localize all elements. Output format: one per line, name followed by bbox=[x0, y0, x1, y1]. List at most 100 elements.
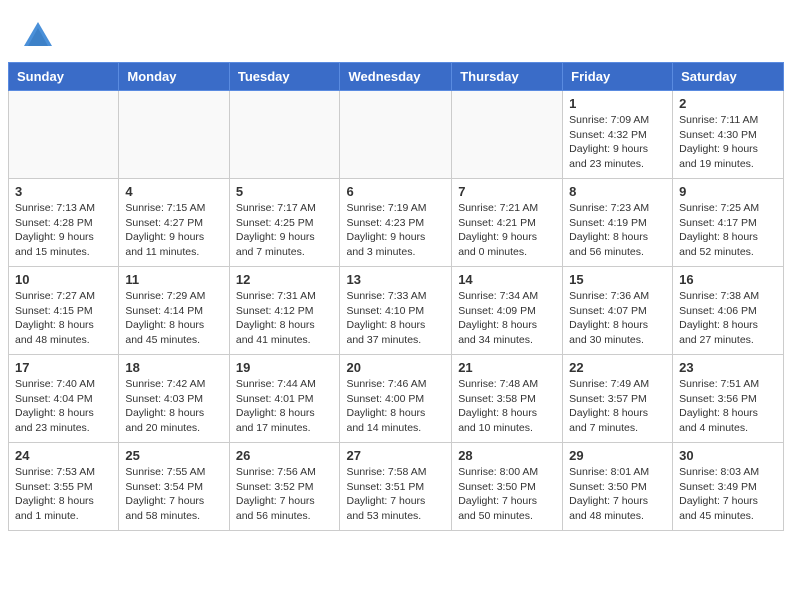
day-number: 24 bbox=[15, 448, 112, 463]
empty-cell bbox=[340, 91, 452, 179]
day-cell-13: 13Sunrise: 7:33 AM Sunset: 4:10 PM Dayli… bbox=[340, 267, 452, 355]
week-row-4: 17 Sunrise: 7:40 AM Sunset: 4:04 PM Dayli… bbox=[9, 355, 784, 443]
day-info: Sunrise: 7:09 AM Sunset: 4:32 PM Dayligh… bbox=[569, 113, 666, 172]
day-info: Sunrise: 7:51 AM Sunset: 3:56 PM Dayligh… bbox=[679, 377, 777, 436]
day-cell-12: 12 Sunrise: 7:31 AM Sunset: 4:12 PM Dayli… bbox=[229, 267, 340, 355]
day-info: Sunrise: 7:25 AM Sunset: 4:17 PM Dayligh… bbox=[679, 201, 777, 260]
day-cell-23: 23 Sunrise: 7:51 AM Sunset: 3:56 PM Dayli… bbox=[673, 355, 784, 443]
day-info: Sunrise: 7:23 AM Sunset: 4:19 PM Dayligh… bbox=[569, 201, 666, 260]
day-cell-14: 14 Sunrise: 7:34 AM Sunset: 4:09 PM Dayli… bbox=[452, 267, 563, 355]
day-cell-25: 25 Sunrise: 7:55 AM Sunset: 3:54 PM Dayli… bbox=[119, 443, 229, 531]
day-info: Sunrise: 7:40 AM Sunset: 4:04 PM Dayligh… bbox=[15, 377, 112, 436]
day-info: Sunrise: 7:56 AM Sunset: 3:52 PM Dayligh… bbox=[236, 465, 334, 524]
day-info: Sunrise: 7:53 AM Sunset: 3:55 PM Dayligh… bbox=[15, 465, 112, 524]
day-number: 7 bbox=[458, 184, 556, 199]
day-info: Sunrise: 7:44 AM Sunset: 4:01 PM Dayligh… bbox=[236, 377, 334, 436]
day-info: Sunrise: 7:48 AM Sunset: 3:58 PM Dayligh… bbox=[458, 377, 556, 436]
day-info: Sunrise: 7:15 AM Sunset: 4:27 PM Dayligh… bbox=[125, 201, 222, 260]
day-number: 19 bbox=[236, 360, 334, 375]
day-number: 23 bbox=[679, 360, 777, 375]
day-info: Sunrise: 7:34 AM Sunset: 4:09 PM Dayligh… bbox=[458, 289, 556, 348]
day-info: Sunrise: 7:55 AM Sunset: 3:54 PM Dayligh… bbox=[125, 465, 222, 524]
day-info: Sunrise: 7:46 AM Sunset: 4:00 PM Dayligh… bbox=[346, 377, 445, 436]
day-info: Sunrise: 8:00 AM Sunset: 3:50 PM Dayligh… bbox=[458, 465, 556, 524]
calendar-wrapper: SundayMondayTuesdayWednesdayThursdayFrid… bbox=[0, 62, 792, 539]
day-number: 21 bbox=[458, 360, 556, 375]
day-cell-2: 2Sunrise: 7:11 AM Sunset: 4:30 PM Daylig… bbox=[673, 91, 784, 179]
day-cell-29: 29 Sunrise: 8:01 AM Sunset: 3:50 PM Dayli… bbox=[563, 443, 673, 531]
day-info: Sunrise: 7:31 AM Sunset: 4:12 PM Dayligh… bbox=[236, 289, 334, 348]
weekday-header-monday: Monday bbox=[119, 63, 229, 91]
day-number: 6 bbox=[346, 184, 445, 199]
day-cell-26: 26 Sunrise: 7:56 AM Sunset: 3:52 PM Dayli… bbox=[229, 443, 340, 531]
day-number: 26 bbox=[236, 448, 334, 463]
day-number: 11 bbox=[125, 272, 222, 287]
day-info: Sunrise: 8:01 AM Sunset: 3:50 PM Dayligh… bbox=[569, 465, 666, 524]
day-cell-17: 17 Sunrise: 7:40 AM Sunset: 4:04 PM Dayli… bbox=[9, 355, 119, 443]
weekday-header-saturday: Saturday bbox=[673, 63, 784, 91]
day-info: Sunrise: 7:49 AM Sunset: 3:57 PM Dayligh… bbox=[569, 377, 666, 436]
empty-cell bbox=[119, 91, 229, 179]
day-cell-8: 8Sunrise: 7:23 AM Sunset: 4:19 PM Daylig… bbox=[563, 179, 673, 267]
week-row-5: 24 Sunrise: 7:53 AM Sunset: 3:55 PM Dayli… bbox=[9, 443, 784, 531]
week-row-2: 3 Sunrise: 7:13 AM Sunset: 4:28 PM Daylig… bbox=[9, 179, 784, 267]
day-cell-27: 27 Sunrise: 7:58 AM Sunset: 3:51 PM Dayli… bbox=[340, 443, 452, 531]
weekday-header-thursday: Thursday bbox=[452, 63, 563, 91]
day-number: 17 bbox=[15, 360, 112, 375]
day-cell-10: 10 Sunrise: 7:27 AM Sunset: 4:15 PM Dayli… bbox=[9, 267, 119, 355]
day-cell-15: 15Sunrise: 7:36 AM Sunset: 4:07 PM Dayli… bbox=[563, 267, 673, 355]
day-info: Sunrise: 7:17 AM Sunset: 4:25 PM Dayligh… bbox=[236, 201, 334, 260]
day-cell-30: 30Sunrise: 8:03 AM Sunset: 3:49 PM Dayli… bbox=[673, 443, 784, 531]
day-number: 30 bbox=[679, 448, 777, 463]
day-cell-5: 5 Sunrise: 7:17 AM Sunset: 4:25 PM Daylig… bbox=[229, 179, 340, 267]
weekday-header-tuesday: Tuesday bbox=[229, 63, 340, 91]
day-number: 27 bbox=[346, 448, 445, 463]
day-number: 4 bbox=[125, 184, 222, 199]
day-number: 18 bbox=[125, 360, 222, 375]
day-cell-28: 28 Sunrise: 8:00 AM Sunset: 3:50 PM Dayli… bbox=[452, 443, 563, 531]
day-info: Sunrise: 7:58 AM Sunset: 3:51 PM Dayligh… bbox=[346, 465, 445, 524]
day-number: 5 bbox=[236, 184, 334, 199]
day-number: 16 bbox=[679, 272, 777, 287]
day-number: 3 bbox=[15, 184, 112, 199]
day-cell-20: 20 Sunrise: 7:46 AM Sunset: 4:00 PM Dayli… bbox=[340, 355, 452, 443]
day-info: Sunrise: 7:33 AM Sunset: 4:10 PM Dayligh… bbox=[346, 289, 445, 348]
day-number: 9 bbox=[679, 184, 777, 199]
day-info: Sunrise: 7:42 AM Sunset: 4:03 PM Dayligh… bbox=[125, 377, 222, 436]
day-number: 28 bbox=[458, 448, 556, 463]
day-info: Sunrise: 7:29 AM Sunset: 4:14 PM Dayligh… bbox=[125, 289, 222, 348]
day-info: Sunrise: 7:21 AM Sunset: 4:21 PM Dayligh… bbox=[458, 201, 556, 260]
empty-cell bbox=[9, 91, 119, 179]
day-number: 12 bbox=[236, 272, 334, 287]
day-cell-19: 19 Sunrise: 7:44 AM Sunset: 4:01 PM Dayli… bbox=[229, 355, 340, 443]
day-cell-4: 4 Sunrise: 7:15 AM Sunset: 4:27 PM Daylig… bbox=[119, 179, 229, 267]
day-number: 22 bbox=[569, 360, 666, 375]
day-number: 15 bbox=[569, 272, 666, 287]
day-number: 1 bbox=[569, 96, 666, 111]
day-cell-11: 11 Sunrise: 7:29 AM Sunset: 4:14 PM Dayli… bbox=[119, 267, 229, 355]
day-info: Sunrise: 7:13 AM Sunset: 4:28 PM Dayligh… bbox=[15, 201, 112, 260]
empty-cell bbox=[452, 91, 563, 179]
day-cell-7: 7 Sunrise: 7:21 AM Sunset: 4:21 PM Daylig… bbox=[452, 179, 563, 267]
logo bbox=[20, 18, 62, 54]
day-number: 25 bbox=[125, 448, 222, 463]
weekday-header-friday: Friday bbox=[563, 63, 673, 91]
header bbox=[0, 0, 792, 62]
day-number: 10 bbox=[15, 272, 112, 287]
day-cell-21: 21 Sunrise: 7:48 AM Sunset: 3:58 PM Dayli… bbox=[452, 355, 563, 443]
week-row-1: 1 Sunrise: 7:09 AM Sunset: 4:32 PM Daylig… bbox=[9, 91, 784, 179]
day-number: 20 bbox=[346, 360, 445, 375]
day-number: 29 bbox=[569, 448, 666, 463]
day-cell-6: 6 Sunrise: 7:19 AM Sunset: 4:23 PM Daylig… bbox=[340, 179, 452, 267]
day-number: 14 bbox=[458, 272, 556, 287]
day-info: Sunrise: 7:27 AM Sunset: 4:15 PM Dayligh… bbox=[15, 289, 112, 348]
day-cell-18: 18 Sunrise: 7:42 AM Sunset: 4:03 PM Dayli… bbox=[119, 355, 229, 443]
day-cell-3: 3 Sunrise: 7:13 AM Sunset: 4:28 PM Daylig… bbox=[9, 179, 119, 267]
day-info: Sunrise: 7:19 AM Sunset: 4:23 PM Dayligh… bbox=[346, 201, 445, 260]
week-row-3: 10 Sunrise: 7:27 AM Sunset: 4:15 PM Dayli… bbox=[9, 267, 784, 355]
calendar-table: SundayMondayTuesdayWednesdayThursdayFrid… bbox=[8, 62, 784, 531]
day-cell-22: 22 Sunrise: 7:49 AM Sunset: 3:57 PM Dayli… bbox=[563, 355, 673, 443]
day-info: Sunrise: 7:11 AM Sunset: 4:30 PM Dayligh… bbox=[679, 113, 777, 172]
day-cell-1: 1 Sunrise: 7:09 AM Sunset: 4:32 PM Daylig… bbox=[563, 91, 673, 179]
logo-icon bbox=[20, 18, 56, 54]
